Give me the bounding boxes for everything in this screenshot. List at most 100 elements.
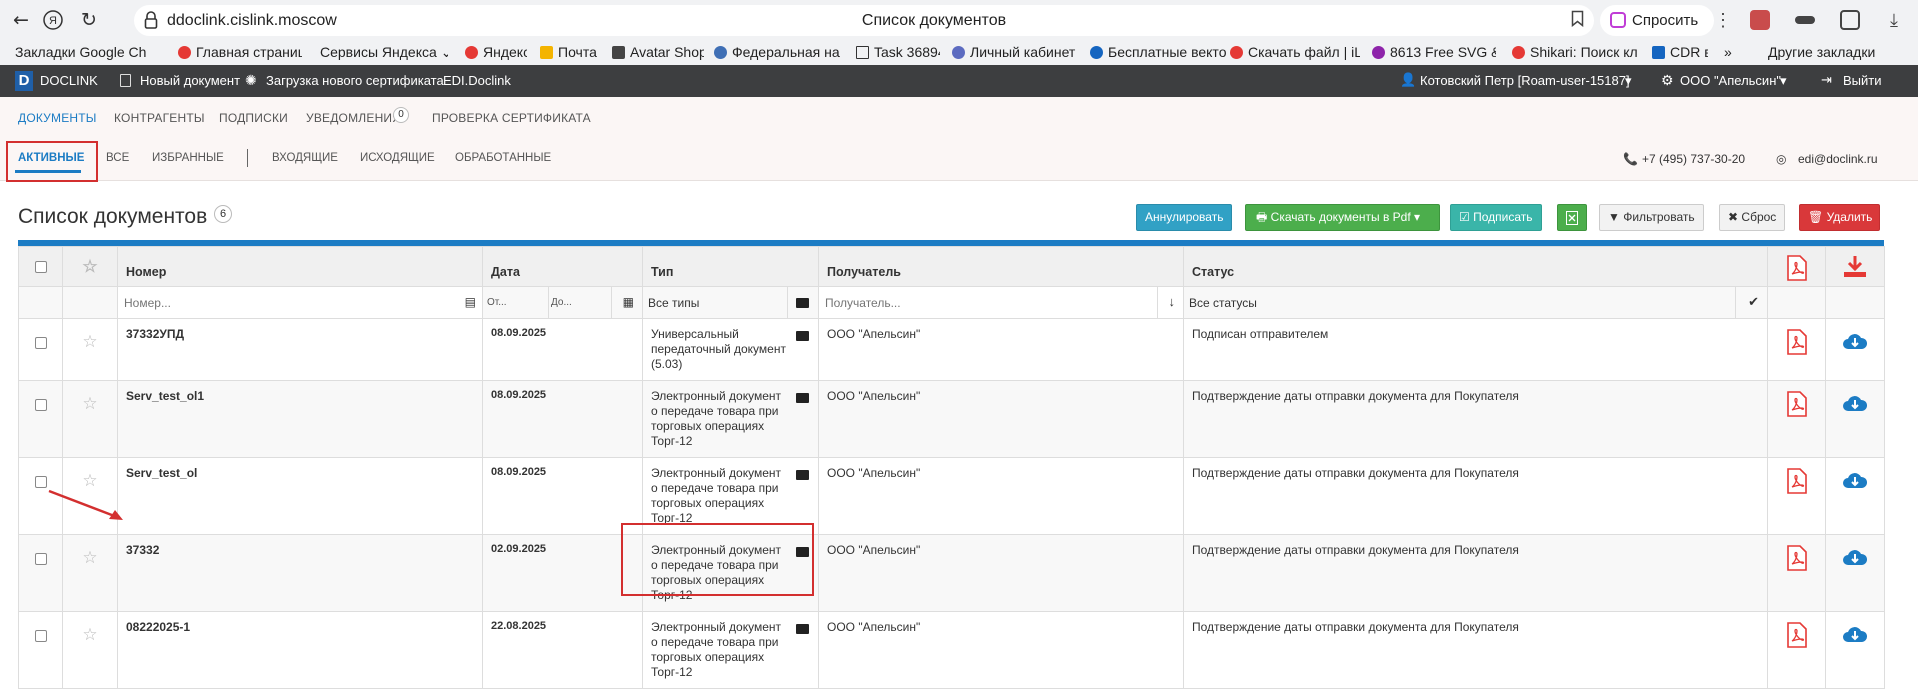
cloud-download-icon[interactable] — [1842, 547, 1868, 567]
bookmark-item[interactable]: Бесплатные векто — [1090, 44, 1226, 60]
type-filter-select[interactable]: Все типы — [648, 296, 699, 310]
cloud-download-icon[interactable] — [1842, 470, 1868, 490]
nav-subscriptions[interactable]: ПОДПИСКИ — [219, 111, 288, 125]
star-icon[interactable]: ☆ — [71, 626, 109, 644]
date-to-input[interactable]: До... — [551, 297, 572, 308]
star-icon[interactable]: ☆ — [71, 333, 109, 351]
nav-documents[interactable]: ДОКУМЕНТЫ — [18, 111, 97, 125]
star-icon[interactable]: ☆ — [71, 472, 109, 490]
bookmark-item[interactable]: CDR в — [1652, 44, 1708, 60]
delete-button[interactable]: 🗑 Удалить — [1799, 204, 1880, 231]
extension-icon[interactable] — [1750, 10, 1770, 30]
pdf-icon[interactable] — [1786, 545, 1808, 571]
tab-all[interactable]: ВСЕ — [106, 152, 129, 164]
table-row[interactable]: ☆ Serv_test_ol 08.09.2025 Электронный докум… — [18, 457, 1885, 535]
table-row[interactable]: ☆ Serv_test_ol1 08.09.2025 Электронный доку… — [18, 380, 1885, 458]
reload-icon[interactable]: ↻ — [76, 7, 102, 33]
pdf-icon[interactable] — [1786, 622, 1808, 648]
bookmark-item[interactable]: 8613 Free SVG & P — [1372, 44, 1496, 60]
document-number[interactable]: Serv_test_ol1 — [117, 380, 483, 458]
back-icon[interactable]: ← — [8, 7, 34, 33]
row-checkbox[interactable] — [34, 399, 47, 411]
site-info-icon[interactable] — [144, 11, 158, 29]
pdf-icon[interactable] — [1786, 468, 1808, 494]
row-checkbox[interactable] — [34, 337, 47, 349]
cloud-download-icon[interactable] — [1842, 624, 1868, 644]
row-checkbox[interactable] — [34, 476, 47, 488]
upload-certificate-link[interactable]: Загрузка нового сертификата — [266, 73, 444, 88]
bookmark-item[interactable]: Главная страница — [178, 44, 302, 60]
folder-icon[interactable] — [796, 470, 809, 480]
pdf-icon[interactable] — [1786, 255, 1808, 281]
sign-button[interactable]: ☑ Подписать — [1450, 204, 1542, 231]
cloud-download-icon[interactable] — [1842, 331, 1868, 351]
column-header-type[interactable]: Тип — [642, 246, 819, 287]
bookmark-item[interactable]: Сервисы Яндекса ⌄ — [320, 44, 448, 61]
download-all-icon[interactable] — [1842, 255, 1868, 279]
brand-name[interactable]: DOCLINK — [40, 73, 98, 88]
nav-contractors[interactable]: КОНТРАГЕНТЫ — [114, 111, 205, 125]
column-header-date[interactable]: Дата — [482, 246, 643, 287]
table-row[interactable]: ☆ 37332УПД 08.09.2025 Универсальный передат… — [18, 318, 1885, 381]
bookmark-item[interactable]: Федеральная нал — [714, 44, 840, 60]
column-header-status[interactable]: Статус — [1183, 246, 1768, 287]
edi-link[interactable]: EDI.Doclink — [443, 73, 511, 88]
chevron-down-icon[interactable]: ▾ — [1780, 73, 1787, 89]
bookmark-item[interactable]: Shikari: Поиск кли — [1512, 44, 1638, 60]
bookmark-item[interactable]: Яндекс — [465, 44, 527, 60]
logout-link[interactable]: Выйти — [1843, 73, 1882, 88]
cloud-download-icon[interactable] — [1842, 393, 1868, 413]
collections-icon[interactable] — [1840, 10, 1860, 30]
filter-button[interactable]: ▼ Фильтровать — [1599, 204, 1704, 231]
status-filter-select[interactable]: Все статусы — [1189, 296, 1257, 310]
date-from-input[interactable]: От... — [487, 297, 507, 308]
column-header-recipient[interactable]: Получатель — [818, 246, 1184, 287]
document-number[interactable]: Serv_test_ol — [117, 457, 483, 535]
number-filter-input[interactable] — [118, 287, 482, 318]
list-icon[interactable]: ▤ — [465, 295, 476, 309]
chevron-down-icon[interactable]: ▾ — [1625, 73, 1632, 89]
more-icon[interactable]: ⋮ — [1714, 5, 1732, 36]
table-row[interactable]: ☆ 37332 02.09.2025 Электронный документ о п… — [18, 534, 1885, 612]
bookmark-item[interactable]: Почта — [540, 44, 600, 60]
bookmark-item[interactable]: Скачать файл | iLo — [1230, 44, 1360, 60]
arrow-down-icon[interactable]: ↓ — [1169, 294, 1176, 309]
minimize-panel-icon[interactable] — [1795, 16, 1815, 24]
ask-ai-button[interactable]: Спросить ⋮ — [1600, 5, 1732, 36]
folder-icon[interactable] — [796, 624, 809, 634]
user-menu[interactable]: Котовский Петр [Roam-user-15187] — [1420, 73, 1630, 88]
star-icon[interactable]: ☆ — [71, 395, 109, 413]
download-icon[interactable]: ⤓ — [1884, 10, 1904, 30]
bookmark-item[interactable]: Avatar Shop — [612, 44, 704, 60]
new-document-link[interactable]: Новый документ — [140, 73, 240, 88]
star-icon[interactable]: ☆ — [71, 549, 109, 567]
row-checkbox[interactable] — [34, 630, 47, 642]
select-all-checkbox[interactable] — [34, 261, 47, 273]
email-address[interactable]: edi@doclink.ru — [1798, 152, 1878, 166]
folder-icon[interactable] — [796, 393, 809, 403]
org-menu[interactable]: ООО "Апельсин" — [1680, 73, 1781, 88]
checkmark-icon[interactable]: ✔ — [1748, 294, 1759, 310]
tab-outgoing[interactable]: ИСХОДЯЩИЕ — [360, 152, 435, 164]
annul-button[interactable]: Аннулировать — [1136, 204, 1233, 231]
bookmark-item[interactable]: Закладки Google Ch — [15, 44, 175, 60]
recipient-filter-input[interactable] — [819, 287, 1183, 318]
document-number[interactable]: 37332 — [117, 534, 483, 612]
pdf-icon[interactable] — [1786, 329, 1808, 355]
download-pdf-button[interactable]: 🖶 Скачать документы в Pdf ▾ — [1245, 204, 1440, 231]
pdf-icon[interactable] — [1786, 391, 1808, 417]
excel-export-button[interactable] — [1557, 204, 1587, 231]
document-number[interactable]: 37332УПД — [117, 318, 483, 381]
calendar-icon[interactable]: ▦ — [623, 295, 634, 309]
doclink-logo[interactable]: D — [15, 71, 33, 91]
yandex-icon[interactable]: Я — [40, 7, 66, 33]
document-number[interactable]: 08222025-1 — [117, 611, 483, 689]
star-icon[interactable]: ☆ — [71, 258, 109, 276]
more-bookmarks-icon[interactable]: » — [1724, 44, 1732, 60]
nav-check-certificate[interactable]: ПРОВЕРКА СЕРТИФИКАТА — [432, 111, 591, 125]
tab-processed[interactable]: ОБРАБОТАННЫЕ — [455, 152, 551, 164]
bookmark-item[interactable]: Task 36894 — [856, 44, 940, 60]
bookmark-item[interactable]: Личный кабинет г — [952, 44, 1076, 60]
column-header-number[interactable]: Номер — [117, 246, 483, 287]
other-bookmarks[interactable]: Другие закладки — [1768, 44, 1875, 60]
